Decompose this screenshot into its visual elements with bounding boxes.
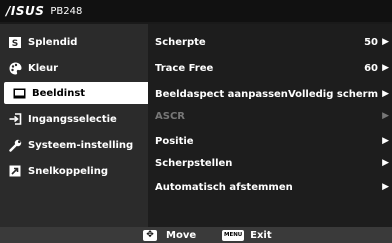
arrow-right-icon: ▶ (382, 136, 389, 146)
sidebar-item-label: Kleur (28, 62, 59, 74)
arrow-right-icon: ▶ (382, 63, 389, 73)
row-value: Volledig scherm (287, 88, 378, 100)
arrow-right-icon: ▶ (382, 111, 389, 121)
menu-row-automatisch-afstemmen[interactable]: Automatisch afstemmen ▶ (148, 176, 392, 198)
menu-row-scherpte[interactable]: Scherpte 50 ▶ (148, 31, 392, 53)
arrow-right-icon: ▶ (382, 89, 389, 99)
arrow-right-icon: ▶ (382, 37, 389, 47)
arrow-right-icon: ▶ (382, 158, 389, 168)
row-label: Trace Free (155, 62, 214, 74)
sidebar-item-label: Snelkoppeling (28, 165, 109, 177)
sidebar-item-label: Splendid (28, 36, 78, 48)
exit-label: Exit (250, 229, 272, 241)
row-label: ASCR (155, 110, 185, 122)
palette-icon (8, 61, 22, 75)
menu-row-trace-free[interactable]: Trace Free 60 ▶ (148, 57, 392, 79)
arrow-right-icon: ▶ (382, 182, 389, 192)
splendid-icon: S (8, 35, 22, 49)
sidebar-item-splendid[interactable]: S Splendid (0, 31, 148, 53)
sidebar-item-kleur[interactable]: Kleur (0, 57, 148, 79)
menu-row-positie[interactable]: Positie ▶ (148, 130, 392, 152)
menu-icon: MENU (222, 229, 245, 241)
sidebar-item-systeem-instelling[interactable]: Systeem-instelling (0, 134, 148, 156)
input-icon (8, 112, 22, 126)
menu-row-ascr: ASCR ▶ (148, 105, 392, 127)
row-label: Beeldaspect aanpassen (155, 88, 288, 100)
dpad-icon: ✥ (143, 229, 157, 241)
osd-footer: ✥ Move MENU Exit (0, 227, 392, 243)
model-name: PB248 (50, 5, 83, 17)
row-value: 50 (364, 36, 378, 48)
sidebar-item-beeldinst[interactable]: Beeldinst (4, 82, 148, 104)
row-label: Scherpte (155, 36, 206, 48)
sidebar: S Splendid Kleur Beeldinst Ingangsselect… (0, 24, 148, 227)
row-label: Positie (155, 135, 194, 147)
menu-row-scherpstellen[interactable]: Scherpstellen ▶ (148, 152, 392, 174)
sidebar-item-label: Systeem-instelling (28, 139, 134, 151)
svg-text:S: S (12, 39, 18, 48)
image-icon (12, 86, 26, 100)
submenu-panel: Scherpte 50 ▶ Trace Free 60 ▶ Beeldaspec… (148, 24, 392, 227)
sidebar-item-snelkoppeling[interactable]: Snelkoppeling (0, 160, 148, 182)
move-label: Move (166, 229, 197, 241)
shortcut-icon (8, 164, 22, 178)
osd-menu: /ISUS PB248 S Splendid Kleur Beeldinst I… (0, 0, 392, 243)
row-label: Automatisch afstemmen (155, 181, 293, 193)
asus-logo: /ISUS (6, 4, 45, 18)
sidebar-item-label: Beeldinst (32, 87, 86, 99)
sidebar-item-label: Ingangsselectie (28, 113, 117, 125)
row-value: 60 (364, 62, 378, 74)
osd-header: /ISUS PB248 (0, 0, 392, 22)
menu-row-beeldaspect[interactable]: Beeldaspect aanpassen Volledig scherm ▶ (148, 83, 392, 105)
row-label: Scherpstellen (155, 157, 233, 169)
wrench-icon (8, 138, 22, 152)
sidebar-item-ingangsselectie[interactable]: Ingangsselectie (0, 108, 148, 130)
